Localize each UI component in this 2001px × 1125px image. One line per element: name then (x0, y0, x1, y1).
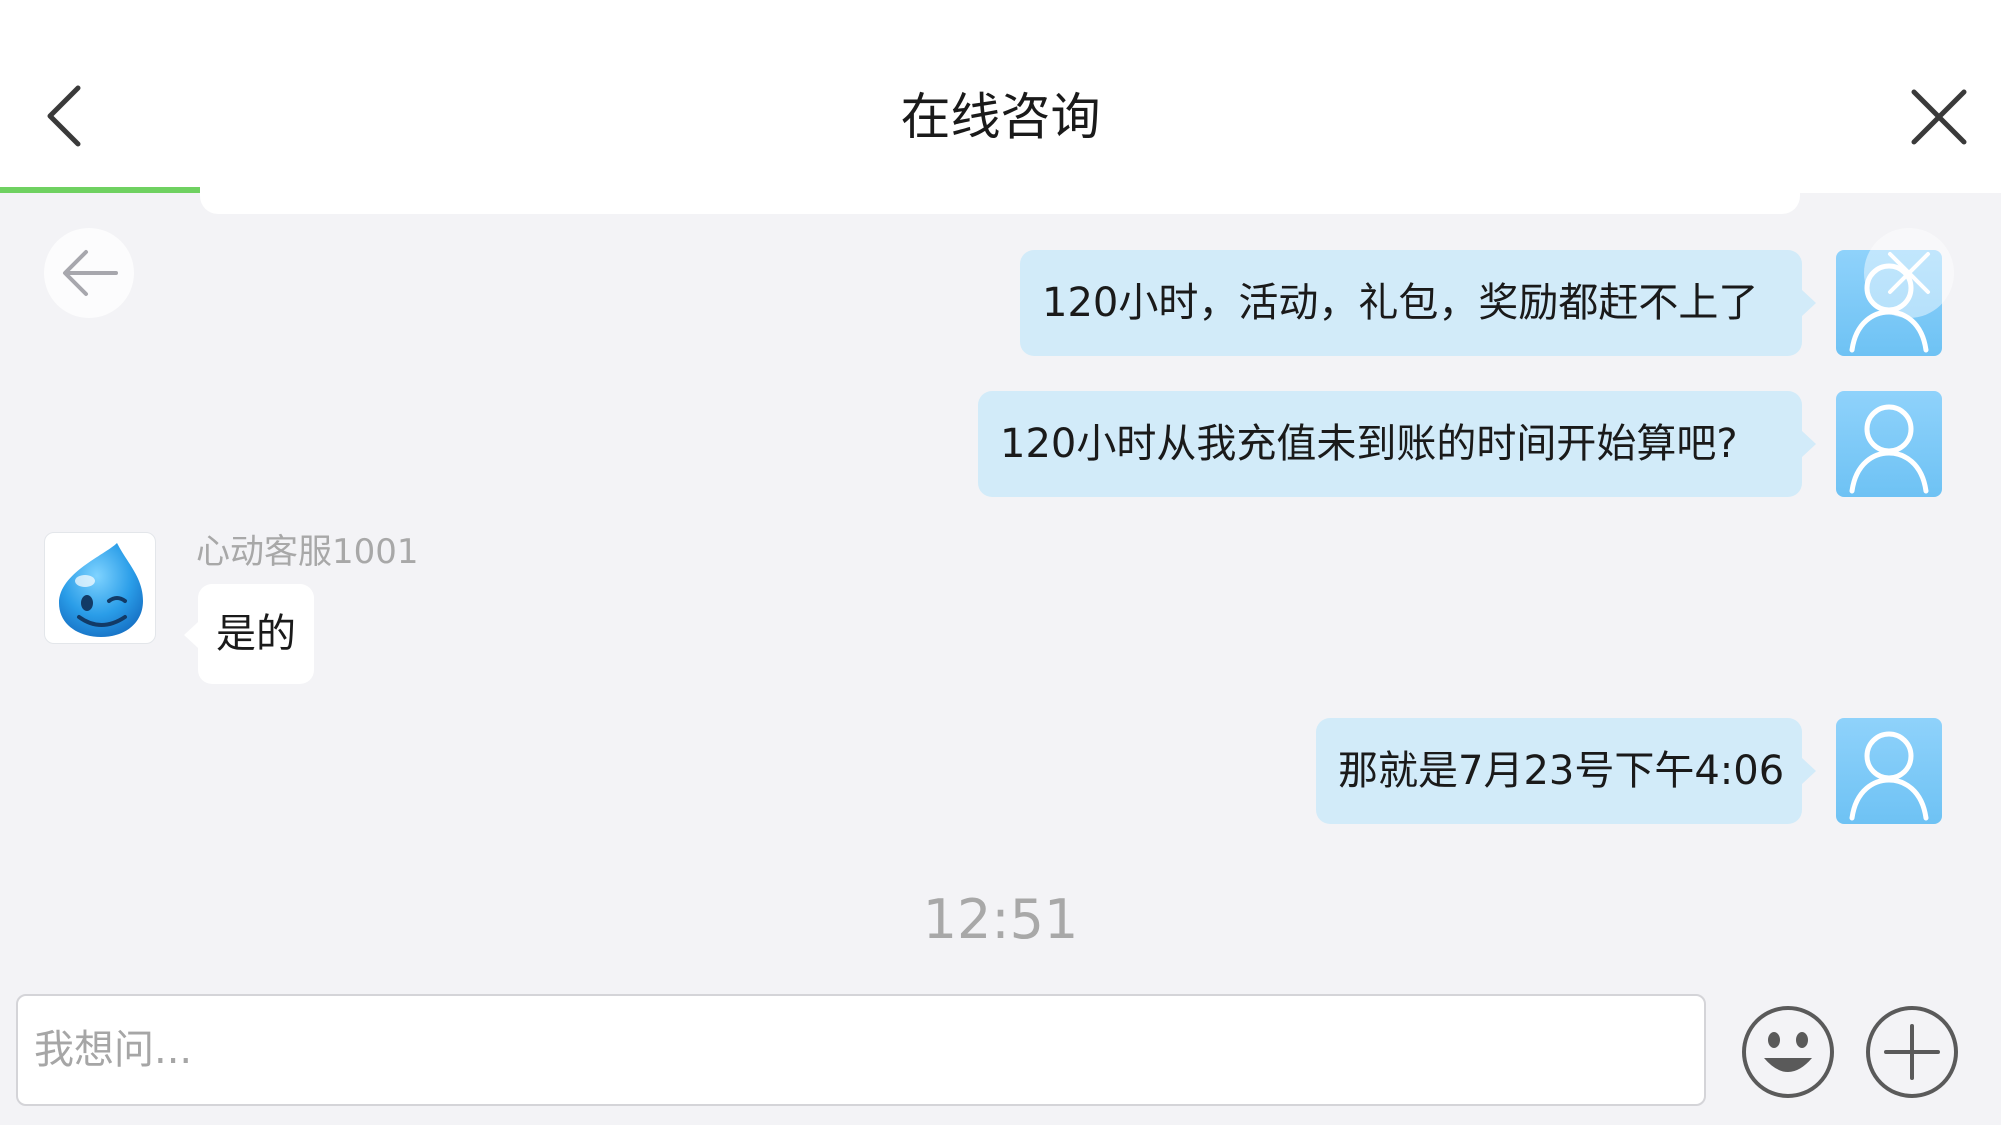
water-drop-mascot-icon (59, 543, 143, 637)
close-icon (1888, 252, 1930, 294)
emoji-button[interactable] (1740, 1004, 1836, 1100)
message-text: 那就是7月23号下午4:06 (1338, 748, 1785, 794)
content-card-edge (200, 192, 1800, 214)
top-nav-bar: 在线咨询 (0, 0, 2001, 193)
agent-avatar[interactable] (44, 532, 156, 644)
user-avatar[interactable] (1836, 718, 1942, 824)
page-load-progress-fill (0, 187, 201, 193)
plus-circle-icon (1866, 1006, 1958, 1098)
user-message-bubble: 120小时从我充值未到账的时间开始算吧? (978, 391, 1816, 497)
smiley-icon (1742, 1006, 1834, 1098)
message-text: 120小时，活动，礼包，奖励都赶不上了 (1042, 280, 1759, 326)
message-composer (0, 978, 2001, 1125)
arrow-left-icon (63, 250, 118, 296)
page-title: 在线咨询 (900, 88, 1101, 146)
message-text: 120小时从我充值未到账的时间开始算吧? (1000, 421, 1738, 467)
chat-timestamp: 12:51 (922, 888, 1079, 951)
message-input[interactable] (16, 994, 1706, 1106)
agent-name: 心动客服1001 (196, 532, 419, 572)
more-actions-button[interactable] (1864, 1004, 1960, 1100)
person-outline-icon (1849, 404, 1929, 494)
message-text: 是的 (216, 611, 296, 657)
user-message-bubble: 120小时，活动，礼包，奖励都赶不上了 (1020, 250, 1816, 356)
close-button[interactable] (1910, 88, 1968, 146)
person-outline-icon (1849, 731, 1929, 821)
user-message-bubble: 那就是7月23号下午4:06 (1316, 718, 1816, 824)
web-close-button[interactable] (1864, 228, 1954, 318)
web-back-button[interactable] (44, 228, 134, 318)
close-icon (1911, 89, 1967, 145)
user-avatar[interactable] (1836, 391, 1942, 497)
agent-message-bubble: 是的 (184, 584, 314, 684)
